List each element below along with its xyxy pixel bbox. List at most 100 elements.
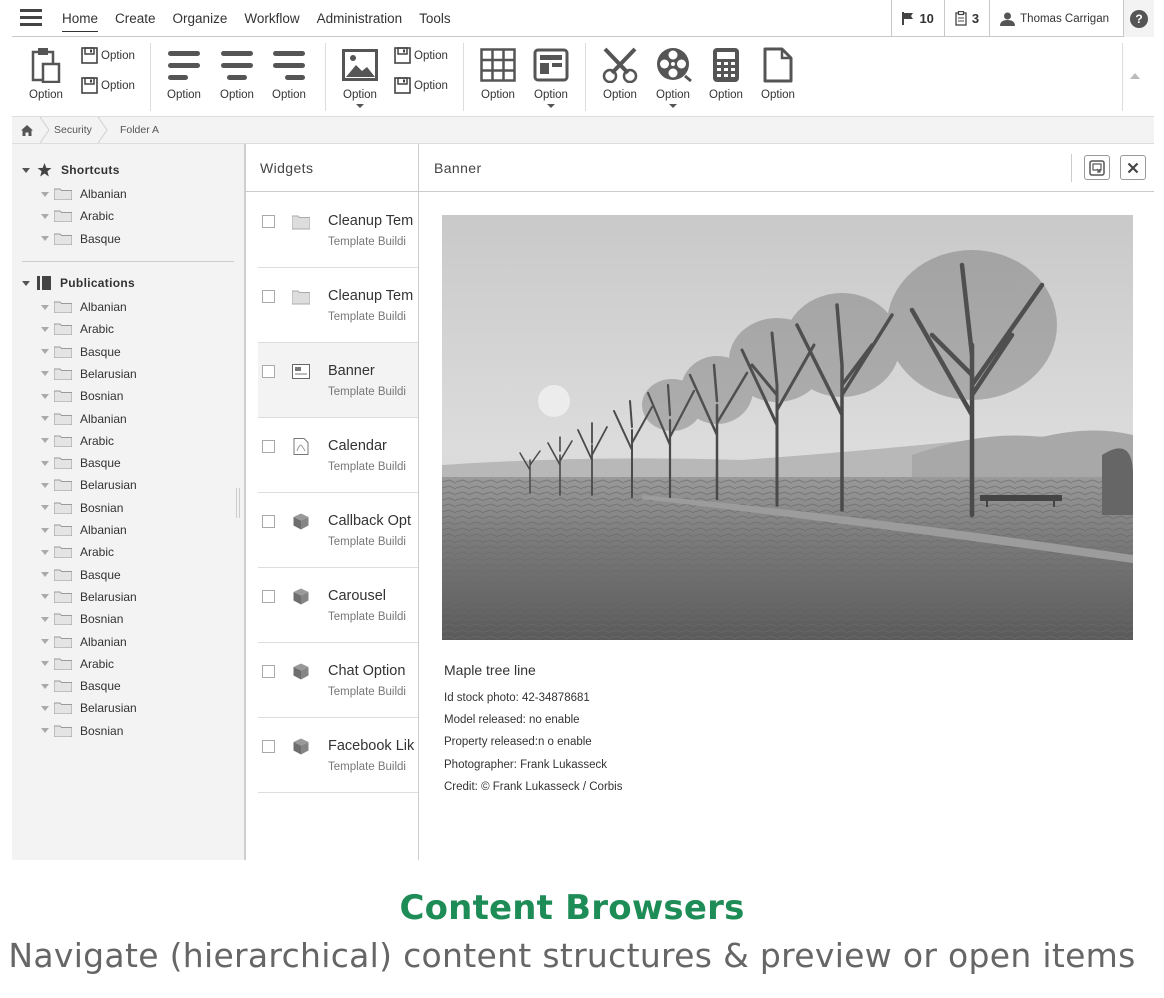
menu-organize[interactable]: Organize	[173, 11, 228, 26]
expand-caret-icon[interactable]	[41, 236, 49, 242]
menu-create[interactable]: Create	[115, 11, 156, 26]
task-counter[interactable]: 3	[943, 0, 989, 37]
ribbon-small-option-4[interactable]: Option	[394, 77, 448, 94]
widget-row[interactable]: Cleanup Tem Template Buildi	[258, 193, 420, 268]
expand-caret-icon[interactable]	[41, 326, 49, 332]
row-checkbox[interactable]	[262, 515, 275, 528]
tree-item[interactable]: Albanian	[41, 519, 127, 541]
tree-item[interactable]: Basque	[41, 564, 121, 586]
tree-item[interactable]: Bosnian	[41, 497, 123, 519]
ribbon-small-option-2[interactable]: Option	[81, 77, 135, 94]
expand-caret-icon[interactable]	[41, 639, 49, 644]
tree-item[interactable]: Arabic	[41, 318, 114, 340]
ribbon-document-button[interactable]: Option	[754, 45, 802, 101]
hamburger-menu-icon[interactable]	[20, 9, 42, 27]
widget-row[interactable]: Facebook Lik Template Buildi	[258, 718, 420, 793]
ribbon-image-button[interactable]: Option	[336, 45, 384, 108]
tree-item[interactable]: Arabic	[41, 541, 114, 563]
expand-caret-icon[interactable]	[41, 349, 49, 355]
tree-item[interactable]: Bosnian	[41, 608, 123, 630]
expand-caret-icon[interactable]	[22, 167, 30, 173]
widget-row[interactable]: Banner Template Buildi	[258, 343, 420, 418]
ribbon-table-button[interactable]: Option	[474, 45, 522, 101]
row-checkbox[interactable]	[262, 215, 275, 228]
row-checkbox[interactable]	[262, 290, 275, 303]
chevron-down-icon[interactable]	[547, 104, 555, 108]
expand-caret-icon[interactable]	[41, 213, 49, 219]
tree-item[interactable]: Albanian	[41, 183, 127, 205]
tree-item[interactable]: Albanian	[41, 408, 127, 430]
ribbon-align-right-button[interactable]: Option	[265, 45, 313, 101]
tree-item[interactable]: Arabic	[41, 205, 114, 227]
widget-row[interactable]: Chat Option Template Buildi	[258, 643, 420, 718]
expand-caret-icon[interactable]	[41, 304, 49, 310]
tree-section-publications[interactable]: Publications	[22, 276, 135, 290]
menu-home[interactable]: Home	[62, 11, 98, 26]
close-button[interactable]	[1120, 155, 1146, 180]
widget-row[interactable]: Callback Opt Template Buildi	[258, 493, 420, 568]
widget-row[interactable]: Carousel Template Buildi	[258, 568, 420, 643]
ribbon-calculator-button[interactable]: Option	[702, 45, 750, 101]
ribbon-small-option-3[interactable]: Option	[394, 47, 448, 64]
expand-caret-icon[interactable]	[41, 460, 49, 466]
expand-caret-icon[interactable]	[41, 661, 49, 667]
expand-caret-icon[interactable]	[41, 616, 49, 622]
widget-row[interactable]: Cleanup Tem Template Buildi	[258, 268, 420, 343]
chevron-down-icon[interactable]	[356, 104, 364, 108]
ribbon-align-center-button[interactable]: Option	[213, 45, 261, 101]
tree-item[interactable]: Belarusian	[41, 697, 137, 719]
home-crumb[interactable]	[12, 124, 42, 136]
expand-caret-icon[interactable]	[41, 683, 49, 689]
expand-caret-icon[interactable]	[41, 594, 49, 600]
row-checkbox[interactable]	[262, 365, 275, 378]
expand-caret-icon[interactable]	[41, 191, 49, 197]
tree-item[interactable]: Bosnian	[41, 720, 123, 742]
tree-item[interactable]: Bosnian	[41, 385, 123, 407]
tree-item[interactable]: Basque	[41, 452, 121, 474]
tree-item[interactable]: Belarusian	[41, 586, 137, 608]
menu-workflow[interactable]: Workflow	[244, 11, 299, 26]
row-checkbox[interactable]	[262, 740, 275, 753]
ribbon-layout-button[interactable]: Option	[527, 45, 575, 108]
tree-item[interactable]: Basque	[41, 341, 121, 363]
ribbon-align-left-button[interactable]: Option	[160, 45, 208, 101]
expand-caret-icon[interactable]	[22, 280, 30, 286]
row-checkbox[interactable]	[262, 590, 275, 603]
tree-item[interactable]: Basque	[41, 675, 121, 697]
widget-row[interactable]: Calendar Template Buildi	[258, 418, 420, 493]
ribbon-media-button[interactable]: Option	[649, 45, 697, 108]
breadcrumb-item-folder-a[interactable]: Folder A	[108, 124, 175, 136]
tree-item[interactable]: Belarusian	[41, 363, 137, 385]
expand-caret-icon[interactable]	[41, 505, 49, 511]
expand-caret-icon[interactable]	[41, 572, 49, 578]
row-checkbox[interactable]	[262, 440, 275, 453]
menu-tools[interactable]: Tools	[419, 11, 451, 26]
expand-caret-icon[interactable]	[41, 705, 49, 711]
expand-caret-icon[interactable]	[41, 393, 49, 399]
ribbon-small-option-1[interactable]: Option	[81, 47, 135, 64]
row-checkbox[interactable]	[262, 665, 275, 678]
chevron-down-icon[interactable]	[669, 104, 677, 108]
expand-caret-icon[interactable]	[41, 527, 49, 533]
expand-caret-icon[interactable]	[41, 728, 49, 734]
collapse-ribbon-icon[interactable]	[1130, 73, 1140, 79]
expand-caret-icon[interactable]	[41, 416, 49, 421]
tree-item[interactable]: Albanian	[41, 296, 127, 318]
menu-administration[interactable]: Administration	[317, 11, 403, 26]
flag-counter[interactable]: 10	[891, 0, 943, 37]
help-button[interactable]: ?	[1123, 0, 1154, 37]
expand-caret-icon[interactable]	[41, 438, 49, 444]
tree-item[interactable]: Arabic	[41, 430, 114, 452]
user-menu[interactable]: Thomas Carrigan	[989, 0, 1123, 37]
ribbon-cut-button[interactable]: Option	[596, 45, 644, 101]
expand-caret-icon[interactable]	[41, 482, 49, 488]
tree-section-shortcuts[interactable]: Shortcuts	[22, 163, 120, 177]
ribbon-paste-button[interactable]: Option	[22, 45, 70, 101]
tree-item[interactable]: Arabic	[41, 653, 114, 675]
expand-caret-icon[interactable]	[41, 549, 49, 555]
tree-item[interactable]: Belarusian	[41, 474, 137, 496]
tree-item[interactable]: Albanian	[41, 631, 127, 653]
expand-caret-icon[interactable]	[41, 371, 49, 377]
open-in-new-button[interactable]	[1084, 155, 1110, 180]
breadcrumb-item-security[interactable]: Security	[40, 117, 108, 143]
